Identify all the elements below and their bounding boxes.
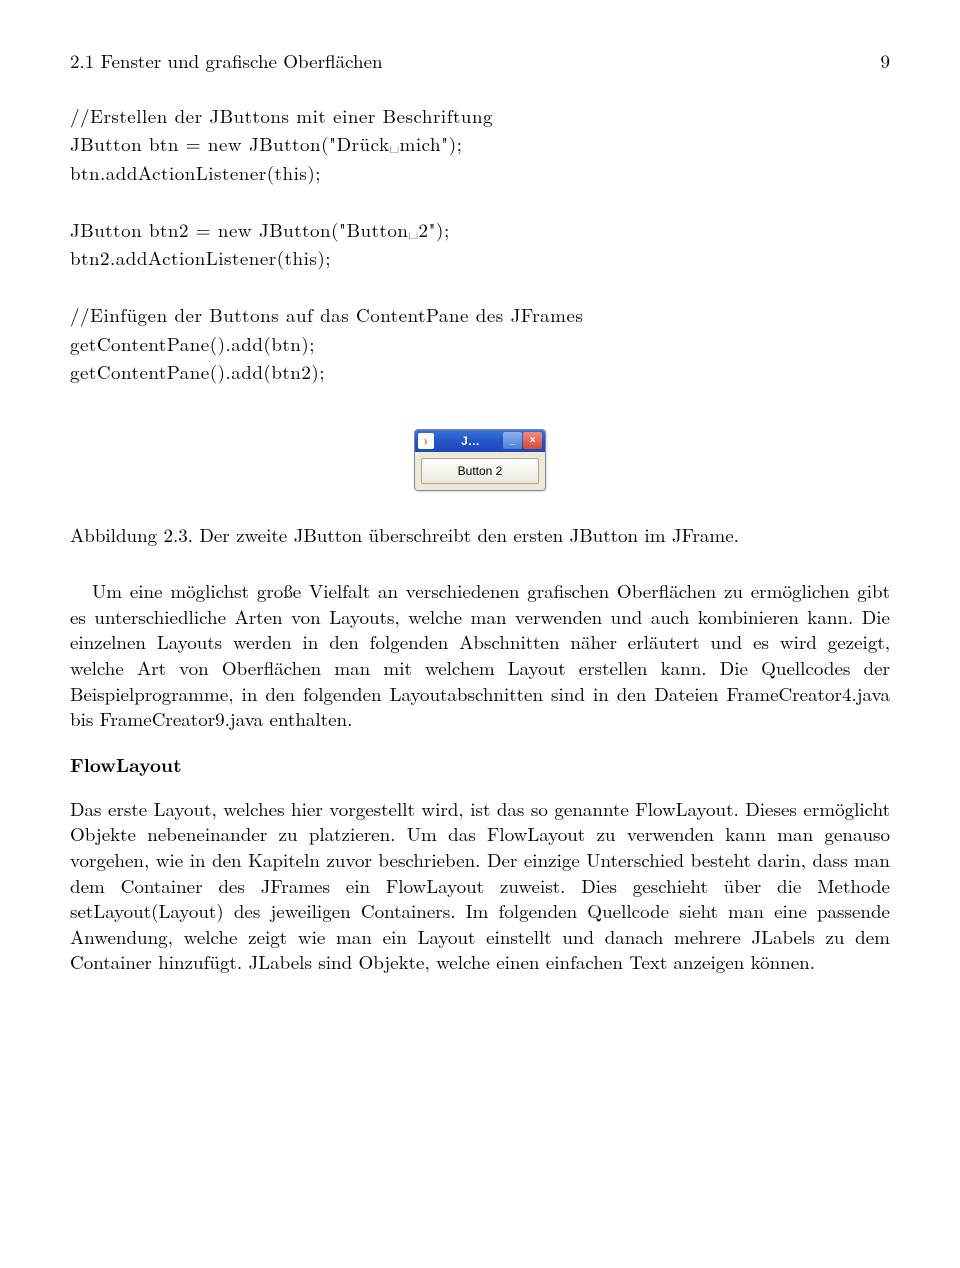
paragraph-flowlayout: Das erste Layout, welches hier vorgestel… — [70, 796, 890, 975]
section-label: 2.1 Fenster und grafische Oberflächen — [70, 48, 383, 74]
figure-caption: Abbildung 2.3. Der zweite JButton übersc… — [70, 522, 890, 548]
jframe-window: J… _ × Button 2 — [414, 429, 546, 491]
heading-flowlayout: FlowLayout — [70, 752, 890, 778]
content-pane: Button 2 — [415, 452, 545, 490]
page-header: 2.1 Fenster und grafische Oberflächen 9 — [70, 48, 890, 74]
figure-2-3: J… _ × Button 2 — [70, 429, 890, 497]
page-number: 9 — [880, 48, 890, 74]
titlebar: J… _ × — [415, 430, 545, 452]
code-listing: //Erstellen der JButtons mit einer Besch… — [70, 102, 890, 387]
paragraph-layouts-intro: Um eine möglichst große Vielfalt an vers… — [70, 578, 890, 732]
close-icon[interactable]: × — [523, 432, 542, 449]
button-2[interactable]: Button 2 — [421, 458, 539, 484]
minimize-icon[interactable]: _ — [503, 432, 522, 449]
window-title: J… — [438, 433, 503, 449]
window-controls: _ × — [503, 432, 542, 449]
java-icon — [418, 433, 434, 449]
